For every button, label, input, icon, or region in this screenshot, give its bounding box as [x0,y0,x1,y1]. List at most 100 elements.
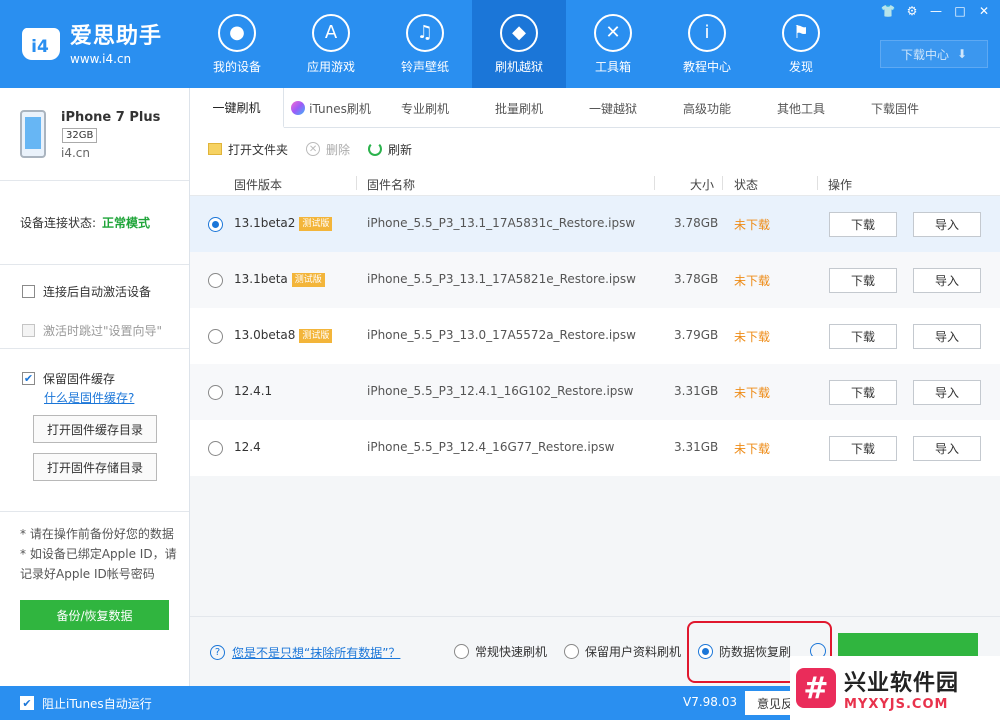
table-row[interactable]: 13.0beta8 测试版 iPhone_5.5_P3_13.0_17A5572a… [190,308,1000,364]
brand: 爱思助手 www.i4.cn [70,18,162,66]
keep-cache-checkbox[interactable]: ✔ [22,371,35,385]
open-store-dir-button[interactable]: 打开固件存储目录 [33,453,157,481]
row-radio[interactable] [208,385,223,400]
tab-download-firmware[interactable]: 下载固件 [848,88,942,128]
firmware-status: 未下载 [734,386,771,400]
download-button[interactable]: 下载 [829,380,897,405]
info-icon: i [688,13,726,52]
toolbar: 打开文件夹 ✕ 删除 刷新 [190,128,1000,170]
refresh-icon [368,142,383,156]
watermark-url: MYXYJS.COM [844,696,949,712]
tab-jailbreak[interactable]: 一键越狱 [566,88,660,128]
row-radio[interactable] [208,441,223,456]
download-button[interactable]: 下载 [829,324,897,349]
open-cache-dir-button[interactable]: 打开固件缓存目录 [33,415,157,443]
refresh-button[interactable]: 刷新 [368,141,412,158]
erase-all-link[interactable]: 您是不是只想“抹除所有数据”？ [232,644,400,661]
delete-label: 删除 [326,142,351,157]
beta-badge: 测试版 [299,329,333,343]
tab-itunes-flash[interactable]: iTunes刷机 [284,88,378,128]
block-itunes-checkbox[interactable]: ✔ [20,696,34,710]
app-store-icon: A [312,13,350,52]
note-line: 记录好Apple ID帐号密码 [20,567,155,581]
firmware-size: 3.78GB [674,272,719,286]
tab-advanced[interactable]: 高级功能 [660,88,754,128]
row-radio[interactable] [208,273,223,288]
what-is-cache-link[interactable]: 什么是固件缓存? [44,389,189,406]
brand-name: 爱思助手 [70,24,163,49]
hash-logo-icon: # [796,668,836,708]
auto-activate-checkbox[interactable] [22,284,35,298]
nav-label: 发现 [788,59,813,74]
tab-label: 一键刷机 [212,100,261,115]
mode-fast-option[interactable]: 常规快速刷机 [454,643,547,660]
download-center-button[interactable]: 下载中心 ⬇ [880,40,988,68]
firmware-version: 13.1beta2 测试版 [234,216,333,231]
download-button[interactable]: 下载 [829,268,897,293]
tab-bar: 一键刷机 iTunes刷机 专业刷机 批量刷机 一键越狱 高级功能 其他工具 下… [190,88,1000,128]
tab-label: 其他工具 [776,101,825,116]
note-line: * 请在操作前备份好您的数据 [20,527,174,541]
nav-toolbox[interactable]: ✕ 工具箱 [566,0,660,88]
firmware-size: 3.79GB [674,328,719,342]
nav-apps[interactable]: A 应用游戏 [284,0,378,88]
import-button[interactable]: 导入 [913,212,981,237]
version-text: 12.4 [234,440,261,454]
firmware-version: 13.1beta 测试版 [234,272,325,287]
main-panel: 一键刷机 iTunes刷机 专业刷机 批量刷机 一键越狱 高级功能 其他工具 下… [190,88,1000,686]
tools-icon: ✕ [594,13,632,52]
version-text: 13.1beta2 [234,216,296,230]
note-line: * 如设备已绑定Apple ID，请 [20,547,177,561]
firmware-status: 未下载 [734,330,771,344]
tab-batch-flash[interactable]: 批量刷机 [472,88,566,128]
auto-activate-option[interactable]: 连接后自动激活设备 [22,280,189,302]
table-row[interactable]: 13.1beta2 测试版 iPhone_5.5_P3_13.1_17A5831c… [190,196,1000,252]
row-radio[interactable] [208,329,223,344]
import-button[interactable]: 导入 [913,268,981,293]
table-row[interactable]: 12.4 iPhone_5.5_P3_12.4_16G77_Restore.ip… [190,420,1000,476]
tab-one-click-flash[interactable]: 一键刷机 [190,88,284,128]
maximize-icon[interactable]: □ [950,2,970,20]
open-folder-button[interactable]: 打开文件夹 [208,141,288,158]
close-icon[interactable]: ✕ [974,2,994,20]
firmware-cache: ✔ 保留固件缓存 什么是固件缓存? 打开固件缓存目录 打开固件存储目录 [0,349,189,512]
nav-my-device[interactable]: ● 我的设备 [190,0,284,88]
gear-icon[interactable]: ⚙ [902,2,922,20]
nav-ringtones[interactable]: ♫ 铃声壁纸 [378,0,472,88]
keep-cache-option[interactable]: ✔ 保留固件缓存 [22,367,189,389]
backup-restore-button[interactable]: 备份/恢复数据 [20,600,169,630]
connection-status: 设备连接状态: 正常模式 [0,181,189,265]
tab-pro-flash[interactable]: 专业刷机 [378,88,472,128]
mode-keep-data-option[interactable]: 保留用户资料刷机 [564,643,681,660]
import-button[interactable]: 导入 [913,380,981,405]
row-radio[interactable] [208,217,223,232]
nav-discover[interactable]: ⚑ 发现 [754,0,848,88]
nav-flash-jailbreak[interactable]: ◆ 刷机越狱 [472,0,566,88]
tab-label: 专业刷机 [400,101,449,116]
delete-button[interactable]: ✕ 删除 [306,141,350,158]
import-button[interactable]: 导入 [913,324,981,349]
minimize-icon[interactable]: — [926,2,946,20]
version-text: 12.4.1 [234,384,273,398]
table-row[interactable]: 12.4.1 iPhone_5.5_P3_12.4.1_16G102_Resto… [190,364,1000,420]
beta-badge: 测试版 [291,273,325,287]
mode-keep-radio[interactable] [564,644,579,659]
firmware-status: 未下载 [734,274,771,288]
download-button[interactable]: 下载 [829,436,897,461]
version-text: 13.1beta [234,272,288,286]
nav-tutorials[interactable]: i 教程中心 [660,0,754,88]
tab-other-tools[interactable]: 其他工具 [754,88,848,128]
skip-setup-checkbox[interactable] [22,323,35,337]
col-action: 操作 [828,178,853,192]
phone-icon [20,110,46,158]
skin-icon[interactable]: 👕 [878,2,898,20]
mode-fast-radio[interactable] [454,644,469,659]
import-button[interactable]: 导入 [913,436,981,461]
app-version: V7.98.03 [683,695,738,709]
download-button[interactable]: 下载 [829,212,897,237]
table-row[interactable]: 13.1beta 测试版 iPhone_5.5_P3_13.1_17A5821e_… [190,252,1000,308]
folder-icon [208,143,222,155]
skip-setup-option[interactable]: 激活时跳过"设置向导" [22,319,189,341]
delete-icon: ✕ [306,142,321,156]
block-itunes-label: 阻止iTunes自动运行 [42,697,152,711]
